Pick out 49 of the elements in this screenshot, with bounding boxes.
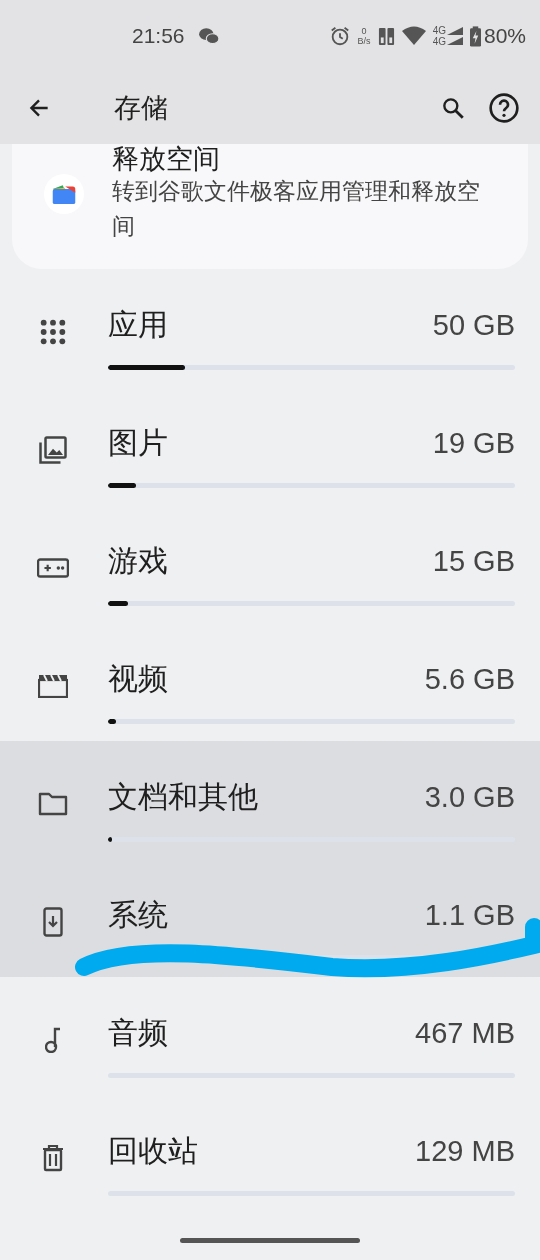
network-type: 4G (432, 36, 446, 47)
signal-icon (446, 26, 463, 46)
search-icon (440, 95, 466, 121)
category-size: 467 MB (415, 1016, 515, 1050)
free-up-card[interactable]: 释放空间 转到谷歌文件极客应用管理和释放空间 (12, 144, 528, 269)
category-name: 音频 (108, 1013, 168, 1052)
music-note-icon (45, 1027, 61, 1053)
image-icon (38, 435, 68, 465)
category-size: 3.0 GB (424, 780, 515, 814)
category-name: 文档和其他 (108, 777, 258, 816)
apps-grid-icon (39, 318, 67, 346)
battery-level: 80% (483, 24, 526, 48)
category-size: 1.1 GB (424, 898, 515, 932)
category-name: 视频 (108, 659, 168, 698)
storage-category-row[interactable]: 回收站 129 MB (0, 1095, 540, 1213)
phone-download-icon (43, 907, 63, 937)
files-app-icon (44, 174, 84, 214)
category-size: 50 GB (432, 308, 515, 342)
battery-icon (469, 25, 481, 47)
gamepad-icon (37, 557, 69, 579)
net-speed-unit: B/s (357, 36, 371, 46)
page-title: 存储 (114, 91, 168, 125)
category-name: 游戏 (108, 541, 168, 580)
category-size: 5.6 GB (424, 662, 515, 696)
help-icon (488, 92, 520, 124)
storage-category-row[interactable]: 图片 19 GB (0, 387, 540, 505)
storage-category-row[interactable]: 视频 5.6 GB (0, 623, 540, 741)
card-title: 释放空间 (112, 144, 221, 174)
category-size: 19 GB (432, 426, 515, 460)
status-time: 21:56 (132, 24, 185, 48)
folder-icon (38, 792, 68, 816)
category-name: 图片 (108, 423, 168, 462)
storage-category-row[interactable]: 游戏 15 GB (0, 505, 540, 623)
category-size: 129 MB (415, 1134, 515, 1168)
network-type: 4G (432, 25, 446, 36)
wifi-icon (401, 26, 426, 46)
clapperboard-icon (38, 674, 68, 698)
storage-category-row[interactable]: 文档和其他 3.0 GB (0, 741, 540, 859)
storage-category-row[interactable]: 音频 467 MB (0, 977, 540, 1095)
category-name: 应用 (108, 305, 168, 344)
net-speed-value: 0 (361, 26, 367, 36)
storage-category-row[interactable]: 应用 50 GB (0, 269, 540, 387)
category-name: 回收站 (108, 1131, 198, 1170)
category-name: 系统 (108, 895, 168, 934)
card-description: 转到谷歌文件极客应用管理和释放空间 (112, 177, 481, 241)
dual-sim-icon (377, 26, 395, 46)
chat-bubbles-icon (197, 27, 220, 45)
category-size: 15 GB (432, 544, 515, 578)
trash-icon (42, 1144, 64, 1172)
